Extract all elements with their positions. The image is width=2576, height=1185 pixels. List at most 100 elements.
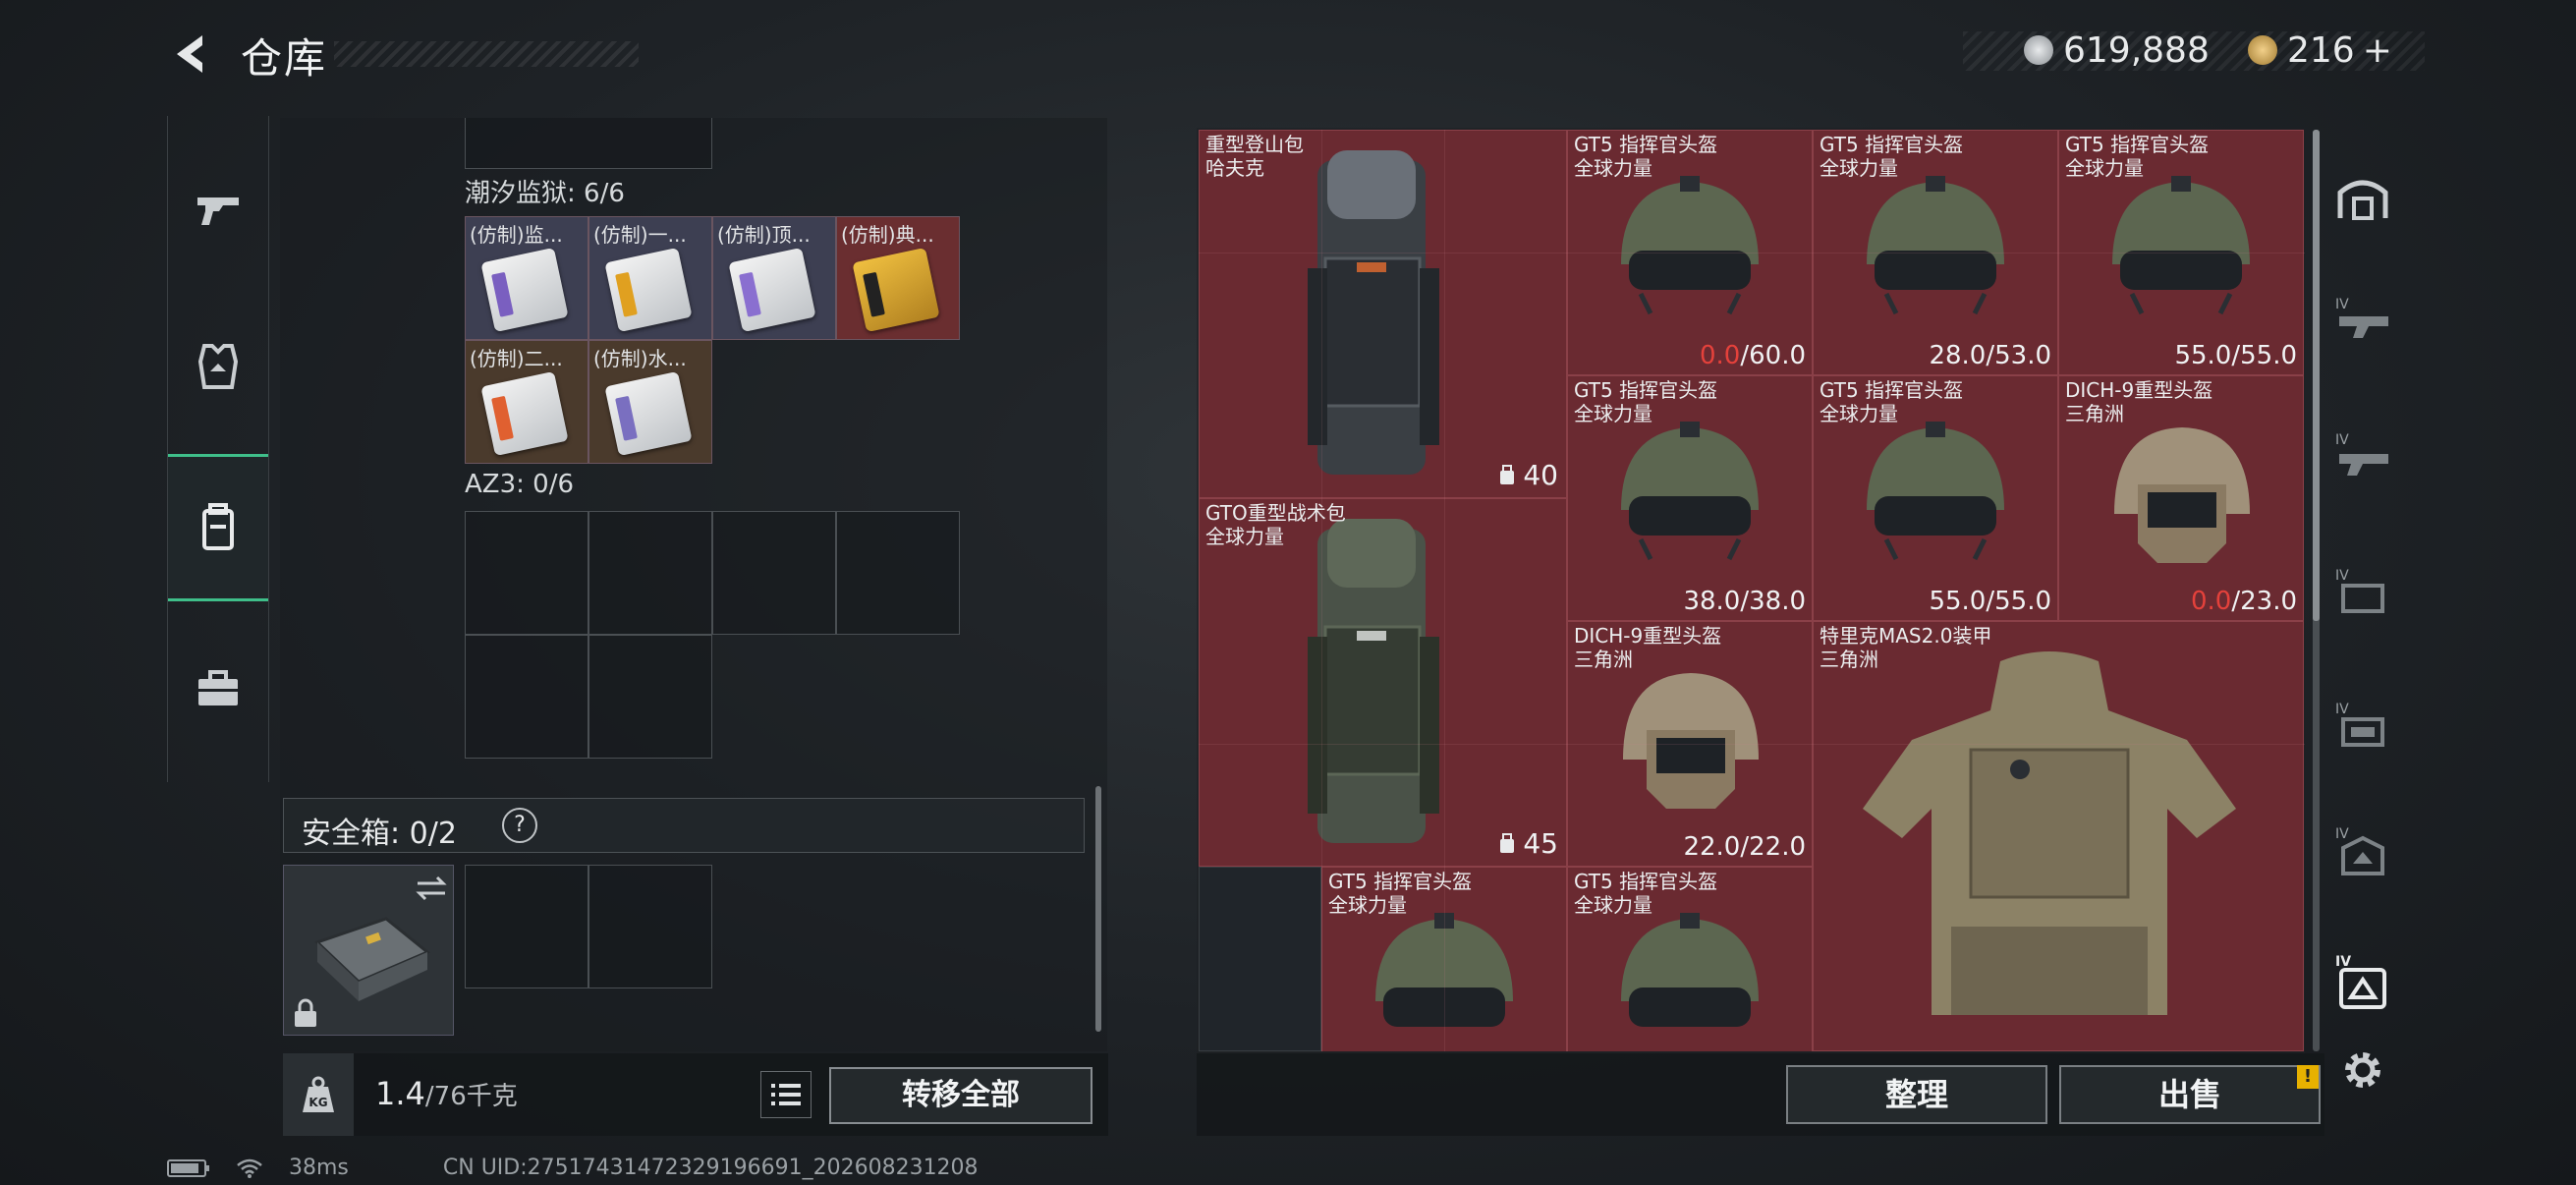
item-name: (仿制)二... xyxy=(470,347,563,370)
armor-vest-icon xyxy=(197,344,239,389)
item-durability: 0.0/60.0 xyxy=(1699,341,1806,370)
helmet-image xyxy=(1621,913,1759,1027)
safebox-cell[interactable] xyxy=(588,865,712,988)
item-name: GTO重型战术包 全球力量 xyxy=(1205,501,1346,548)
armor-image xyxy=(1863,651,2236,1015)
stash-item-backpack[interactable]: GTO重型战术包 全球力量 45 xyxy=(1199,498,1567,867)
back-button[interactable] xyxy=(167,29,216,79)
item-ticket[interactable]: (仿制)典... xyxy=(836,216,960,340)
item-name: (仿制)顶... xyxy=(717,223,811,247)
svg-text:IV: IV xyxy=(2335,954,2351,970)
attachment-tier-icon: IV xyxy=(2335,568,2384,613)
gold-amount: 216 xyxy=(2287,29,2355,71)
item-ticket[interactable]: (仿制)水... xyxy=(588,340,712,464)
safebox-help-button[interactable]: ? xyxy=(502,808,537,843)
item-ticket[interactable]: (仿制)二... xyxy=(465,340,588,464)
battery-icon xyxy=(167,1158,209,1177)
sell-button[interactable]: 出售 xyxy=(2059,1065,2321,1124)
gear-icon xyxy=(2345,1052,2380,1088)
item-name: GT5 指挥官头盔 全球力量 xyxy=(2065,133,2210,180)
safebox-cell[interactable] xyxy=(465,865,588,988)
stash-item-backpack[interactable]: 重型登山包 哈夫克 40 xyxy=(1199,130,1567,498)
stash-item-helmet[interactable]: GT5 指挥官头盔 全球力量 xyxy=(1567,867,1813,1051)
status-bar: 38ms CN UID:27517431472329196691_2026082… xyxy=(167,1156,979,1180)
transfer-all-button[interactable]: 转移全部 xyxy=(829,1067,1092,1124)
grid-cell xyxy=(465,118,712,169)
title-decoration xyxy=(334,41,639,67)
stash-item-armor[interactable]: 特里克MAS2.0装甲 三角洲 xyxy=(1813,621,2304,1051)
swap-icon[interactable] xyxy=(414,874,449,903)
list-view-button[interactable] xyxy=(760,1071,812,1118)
item-name: 特里克MAS2.0装甲 三角洲 xyxy=(1820,624,1992,671)
backpack-scrollbar[interactable] xyxy=(1095,786,1101,1032)
section-label-az3: AZ3: 0/6 xyxy=(465,470,575,499)
toolbox-icon xyxy=(198,670,238,705)
gold-currency[interactable]: 216 + xyxy=(2248,28,2392,73)
stash-category-ammo[interactable]: IV xyxy=(2330,423,2395,487)
item-name: (仿制)水... xyxy=(593,347,687,370)
tab-backpack[interactable] xyxy=(168,454,268,601)
item-name: GT5 指挥官头盔 全球力量 xyxy=(1574,378,1718,425)
stash-category-armor-selected[interactable]: IV xyxy=(2330,949,2395,1014)
item-name: DICH-9重型头盔 三角洲 xyxy=(1574,624,1722,671)
tab-medkit[interactable] xyxy=(168,615,268,762)
stash-scrollbar-thumb[interactable] xyxy=(2313,130,2320,621)
capacity-icon xyxy=(1500,832,1515,853)
warehouse-icon xyxy=(2337,180,2388,220)
item-name: GT5 指挥官头盔 全球力量 xyxy=(1574,870,1718,917)
item-ticket[interactable]: (仿制)监... xyxy=(465,216,588,340)
item-capacity: 45 xyxy=(1497,827,1558,860)
grid-cell[interactable] xyxy=(588,635,712,759)
svg-text:IV: IV xyxy=(2335,702,2349,717)
stash-item-helmet[interactable]: DICH-9重型头盔 三角洲 0.0/23.0 xyxy=(2058,375,2304,621)
safebox-slot[interactable] xyxy=(283,865,454,1036)
add-currency-button[interactable]: + xyxy=(2363,30,2392,71)
gear-tier-icon: IV xyxy=(2335,702,2384,747)
gold-coin-icon xyxy=(2248,35,2277,65)
settings-button[interactable] xyxy=(2330,1038,2395,1102)
item-ticket[interactable]: (仿制)一... xyxy=(588,216,712,340)
stash-action-bar: 整理 出售 xyxy=(1197,1053,2324,1136)
item-name: DICH-9重型头盔 三角洲 xyxy=(2065,378,2213,425)
stash-category-weapons[interactable]: IV xyxy=(2330,287,2395,352)
grid-cell[interactable] xyxy=(712,511,836,635)
silver-currency: 619,888 xyxy=(2024,28,2210,73)
armor-tier-icon: IV xyxy=(2335,954,2386,1009)
stash-category-gear[interactable]: IV xyxy=(2330,692,2395,757)
helmet-image xyxy=(2112,176,2250,315)
item-durability: 55.0/55.0 xyxy=(2174,341,2297,370)
wifi-icon xyxy=(237,1158,262,1178)
item-capacity: 40 xyxy=(1497,459,1558,491)
sort-button[interactable]: 整理 xyxy=(1786,1065,2047,1124)
capacity-icon xyxy=(1500,464,1515,484)
item-name: GT5 指挥官头盔 全球力量 xyxy=(1574,133,1718,180)
weight-current: 1.4 xyxy=(375,1075,425,1112)
stash-empty-cell[interactable] xyxy=(1199,867,1321,1051)
stash-category-helmet[interactable]: IV xyxy=(2330,819,2395,884)
stash-item-helmet[interactable]: GT5 指挥官头盔 全球力量 55.0/55.0 xyxy=(1813,375,2058,621)
back-arrow-icon xyxy=(177,35,202,73)
item-ticket[interactable]: (仿制)顶... xyxy=(712,216,836,340)
svg-text:IV: IV xyxy=(2335,826,2349,842)
weight-max: /76千克 xyxy=(424,1082,518,1111)
category-tabs xyxy=(167,116,269,782)
stash-grid: 重型登山包 哈夫克 40 GT5 指挥官头盔 全球力量 0.0/60.0 GT5… xyxy=(1199,130,2305,1051)
stash-category-parts[interactable]: IV xyxy=(2330,558,2395,623)
page-title: 仓库 xyxy=(241,34,328,83)
silver-coin-icon xyxy=(2024,35,2053,65)
uid-readout: CN UID:27517431472329196691_202608231208 xyxy=(442,1156,979,1180)
tab-weapons[interactable] xyxy=(168,136,268,283)
tab-armor[interactable] xyxy=(168,293,268,440)
grid-cell[interactable] xyxy=(465,511,588,635)
stash-item-helmet[interactable]: GT5 指挥官头盔 全球力量 38.0/38.0 xyxy=(1567,375,1813,621)
item-name: (仿制)一... xyxy=(593,223,687,247)
item-name: (仿制)监... xyxy=(470,223,563,247)
grid-cell[interactable] xyxy=(465,635,588,759)
safebox-label: 安全箱: 0/2 xyxy=(302,817,457,851)
item-durability: 0.0/23.0 xyxy=(2190,587,2297,616)
stash-category-all[interactable] xyxy=(2330,165,2395,230)
lock-icon xyxy=(295,998,316,1027)
item-name: GT5 指挥官头盔 全球力量 xyxy=(1328,870,1473,917)
grid-cell[interactable] xyxy=(836,511,960,635)
grid-cell[interactable] xyxy=(588,511,712,635)
